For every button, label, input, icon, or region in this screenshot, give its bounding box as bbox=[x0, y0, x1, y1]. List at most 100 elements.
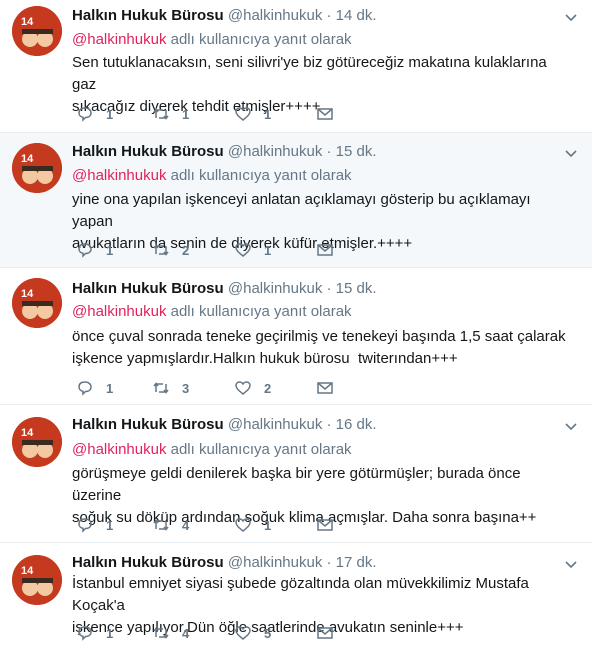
reply-icon bbox=[78, 381, 92, 396]
display-name[interactable]: Halkın Hukuk Bürosu bbox=[72, 554, 224, 571]
timestamp[interactable]: 15 dk. bbox=[336, 143, 377, 160]
user-handle[interactable]: @halkinhukuk bbox=[228, 7, 322, 24]
tweet-item[interactable]: 14 Halkın Hukuk Bürosu @halkinhukuk · 15… bbox=[0, 133, 592, 268]
tweet-header: Halkın Hukuk Bürosu @halkinhukuk · 16 dk… bbox=[72, 414, 377, 436]
direct-message-button[interactable] bbox=[316, 378, 334, 398]
like-button[interactable]: 5 bbox=[234, 623, 271, 643]
chevron-down-icon[interactable] bbox=[564, 557, 578, 571]
display-name[interactable]: Halkın Hukuk Bürosu bbox=[72, 280, 224, 297]
direct-message-icon bbox=[317, 108, 333, 120]
avatar[interactable]: 14 bbox=[12, 143, 62, 193]
reply-handle-link[interactable]: @halkinhukuk bbox=[72, 31, 166, 48]
retweet-button[interactable]: 3 bbox=[152, 378, 189, 398]
tweet-header: Halkın Hukuk Bürosu @halkinhukuk · 15 dk… bbox=[72, 278, 377, 300]
reply-button[interactable]: 1 bbox=[76, 378, 113, 398]
like-button[interactable]: 2 bbox=[234, 378, 271, 398]
timestamp[interactable]: 15 dk. bbox=[336, 280, 377, 297]
reply-button[interactable]: 1 bbox=[76, 104, 113, 124]
chevron-down-icon[interactable] bbox=[564, 146, 578, 160]
reply-button[interactable]: 1 bbox=[76, 240, 113, 260]
tweet-item[interactable]: 14 Halkın Hukuk Bürosu @halkinhukuk · 14… bbox=[0, 0, 592, 133]
like-button[interactable]: 1 bbox=[234, 104, 271, 124]
reply-count: 1 bbox=[106, 242, 114, 258]
reply-button[interactable]: 1 bbox=[76, 515, 113, 535]
timestamp[interactable]: 16 dk. bbox=[336, 416, 377, 433]
svg-text:14: 14 bbox=[21, 153, 34, 165]
reply-icon bbox=[78, 626, 92, 641]
reply-context-text: adlı kullanıcıya yanıt olarak bbox=[170, 303, 352, 320]
reply-count: 1 bbox=[106, 517, 114, 533]
user-handle[interactable]: @halkinhukuk bbox=[228, 280, 322, 297]
display-name[interactable]: Halkın Hukuk Bürosu bbox=[72, 416, 224, 433]
avatar[interactable]: 14 bbox=[12, 555, 62, 605]
reply-handle-link[interactable]: @halkinhukuk bbox=[72, 441, 166, 458]
retweet-icon bbox=[153, 519, 169, 531]
user-handle[interactable]: @halkinhukuk bbox=[228, 554, 322, 571]
reply-context-text: adlı kullanıcıya yanıt olarak bbox=[170, 167, 352, 184]
retweet-button[interactable]: 2 bbox=[152, 240, 189, 260]
reply-context-text: adlı kullanıcıya yanıt olarak bbox=[170, 441, 352, 458]
svg-text:14: 14 bbox=[21, 288, 34, 300]
direct-message-button[interactable] bbox=[316, 104, 334, 124]
tweet-header: Halkın Hukuk Bürosu @halkinhukuk · 15 dk… bbox=[72, 141, 377, 163]
direct-message-button[interactable] bbox=[316, 515, 334, 535]
like-icon bbox=[235, 381, 251, 395]
retweet-count: 1 bbox=[182, 106, 190, 122]
timestamp[interactable]: 14 dk. bbox=[336, 7, 377, 24]
tweet-item[interactable]: 14 Halkın Hukuk Bürosu @halkinhukuk · 16… bbox=[0, 405, 592, 543]
reply-handle-link[interactable]: @halkinhukuk bbox=[72, 167, 166, 184]
retweet-count: 4 bbox=[182, 517, 190, 533]
svg-text:14: 14 bbox=[21, 565, 34, 577]
retweet-icon bbox=[153, 382, 169, 394]
separator-dot: · bbox=[326, 143, 332, 160]
reply-count: 1 bbox=[106, 625, 114, 641]
like-count: 1 bbox=[264, 242, 272, 258]
display-name[interactable]: Halkın Hukuk Bürosu bbox=[72, 7, 224, 24]
reply-button[interactable]: 1 bbox=[76, 623, 113, 643]
avatar[interactable]: 14 bbox=[12, 278, 62, 328]
tweet-actions: 1 2 1 bbox=[72, 240, 352, 260]
separator-dot: · bbox=[326, 280, 332, 297]
reply-icon bbox=[78, 518, 92, 533]
reply-context-text: adlı kullanıcıya yanıt olarak bbox=[170, 31, 352, 48]
svg-text:14: 14 bbox=[21, 16, 34, 28]
chevron-down-icon[interactable] bbox=[564, 419, 578, 433]
direct-message-button[interactable] bbox=[316, 240, 334, 260]
tweet-header: Halkın Hukuk Bürosu @halkinhukuk · 17 dk… bbox=[72, 552, 377, 574]
user-handle[interactable]: @halkinhukuk bbox=[228, 416, 322, 433]
retweet-count: 3 bbox=[182, 380, 190, 396]
tweet-item[interactable]: 14 Halkın Hukuk Bürosu @halkinhukuk · 15… bbox=[0, 268, 592, 405]
retweet-button[interactable]: 4 bbox=[152, 623, 189, 643]
tweet-actions: 1 3 2 bbox=[72, 378, 352, 398]
direct-message-icon bbox=[317, 519, 333, 531]
like-icon bbox=[235, 243, 251, 257]
tweet-text: önce çuval sonrada teneke geçirilmiş ve … bbox=[72, 328, 566, 367]
chevron-down-icon[interactable] bbox=[564, 10, 578, 24]
retweet-button[interactable]: 4 bbox=[152, 515, 189, 535]
timestamp[interactable]: 17 dk. bbox=[336, 554, 377, 571]
user-handle[interactable]: @halkinhukuk bbox=[228, 143, 322, 160]
like-button[interactable]: 1 bbox=[234, 515, 271, 535]
reply-icon bbox=[78, 243, 92, 258]
like-icon bbox=[235, 626, 251, 640]
direct-message-button[interactable] bbox=[316, 623, 334, 643]
like-count: 5 bbox=[264, 625, 272, 641]
svg-text:14: 14 bbox=[21, 427, 34, 439]
separator-dot: · bbox=[326, 554, 332, 571]
retweet-icon bbox=[153, 244, 169, 256]
reply-context: @halkinhukuk adlı kullanıcıya yanıt olar… bbox=[72, 301, 352, 323]
tweet-actions: 1 1 1 bbox=[72, 104, 352, 124]
like-button[interactable]: 1 bbox=[234, 240, 271, 260]
avatar[interactable]: 14 bbox=[12, 417, 62, 467]
like-icon bbox=[235, 107, 251, 121]
reply-handle-link[interactable]: @halkinhukuk bbox=[72, 303, 166, 320]
separator-dot: · bbox=[326, 7, 332, 24]
direct-message-icon bbox=[317, 244, 333, 256]
avatar[interactable]: 14 bbox=[12, 6, 62, 56]
like-count: 1 bbox=[264, 517, 272, 533]
display-name[interactable]: Halkın Hukuk Bürosu bbox=[72, 143, 224, 160]
reply-icon bbox=[78, 107, 92, 122]
like-count: 2 bbox=[264, 380, 272, 396]
retweet-button[interactable]: 1 bbox=[152, 104, 189, 124]
tweet-item[interactable]: 14 Halkın Hukuk Bürosu @halkinhukuk · 17… bbox=[0, 543, 592, 656]
